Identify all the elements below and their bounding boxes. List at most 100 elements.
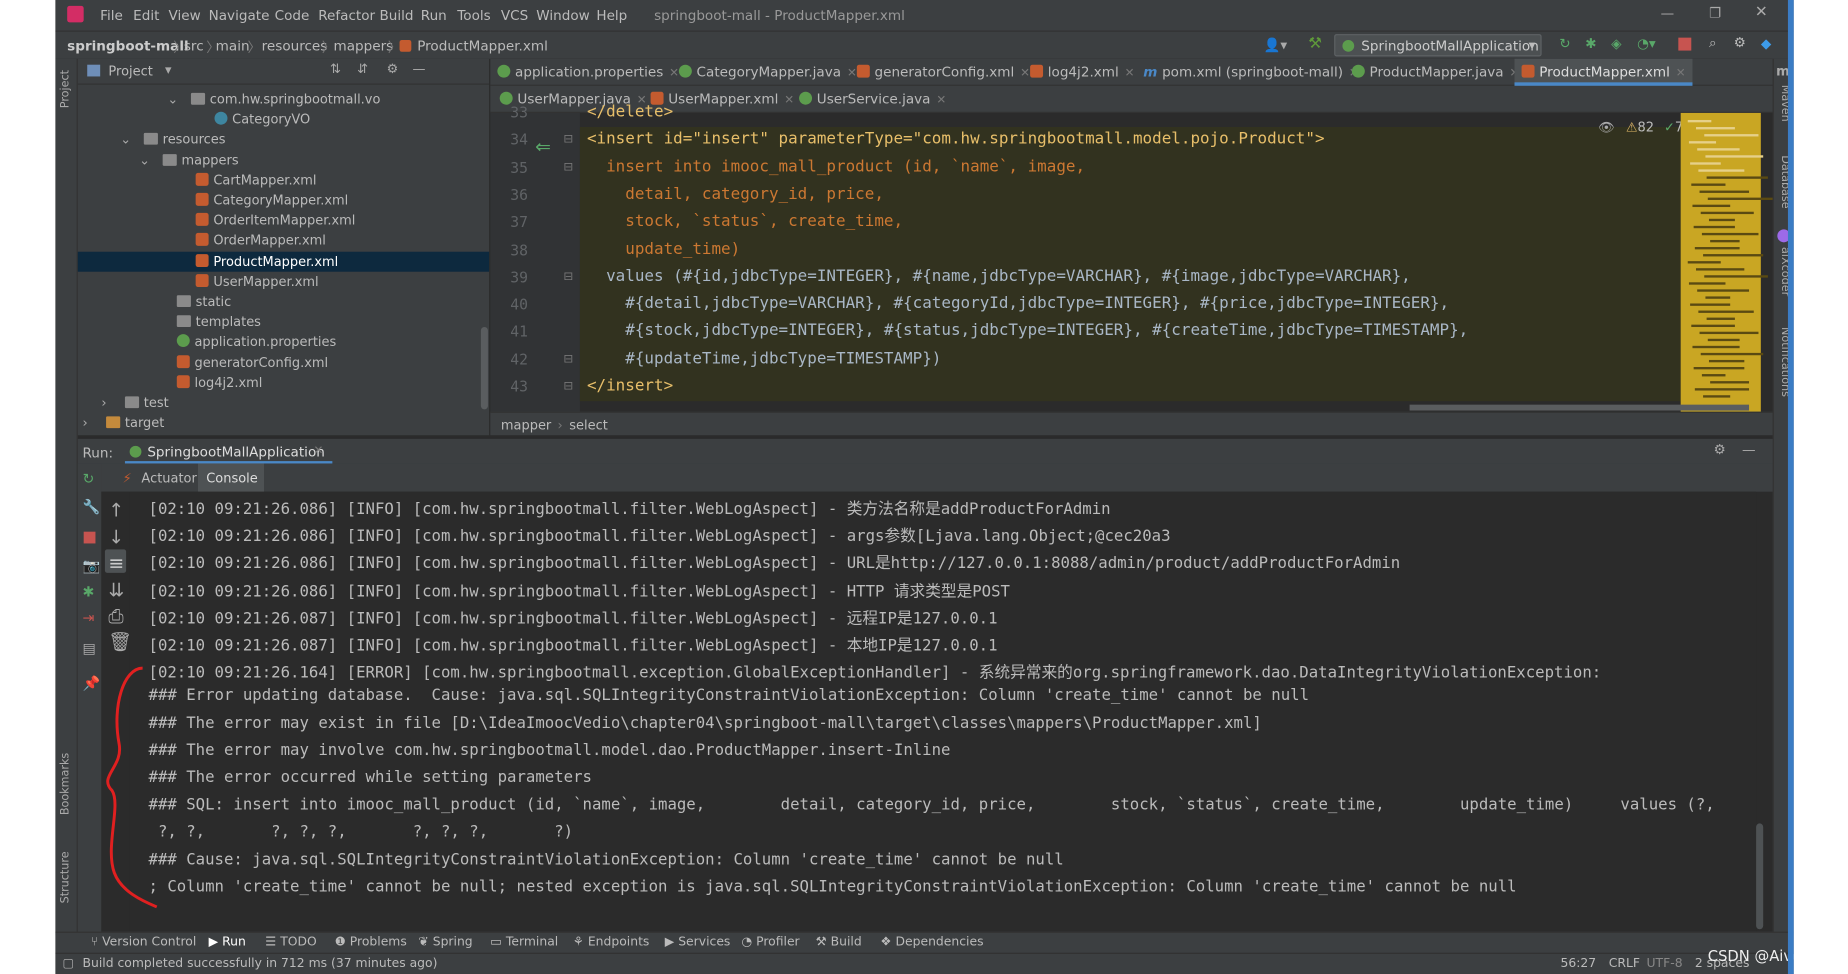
gear-icon[interactable]: ⚙ — [1734, 34, 1746, 50]
coverage-icon[interactable]: ◈ — [1611, 35, 1621, 51]
structure-tool-label[interactable]: Structure — [59, 851, 72, 903]
build-hammer-icon[interactable]: ⚒ — [1308, 35, 1322, 53]
tab-endpoints[interactable]: ⚘ Endpoints — [573, 935, 650, 949]
hide-panel-icon[interactable]: — — [1742, 441, 1756, 457]
tree-item[interactable]: ⌄ resources — [78, 130, 489, 150]
stop-icon[interactable] — [1678, 37, 1692, 51]
tab-categorymapper-java[interactable]: CategoryMapper.java ✕ — [678, 59, 857, 86]
restore-icon[interactable]: ❐ — [1709, 5, 1721, 21]
exit-icon[interactable]: ⇥ — [83, 609, 95, 625]
tab-productmapper-java[interactable]: ProductMapper.java✕ — [1351, 59, 1519, 86]
hide-panel-icon[interactable]: — — [413, 61, 426, 76]
search-icon[interactable]: ⌕ — [1709, 34, 1717, 52]
menu-view[interactable]: View — [169, 7, 201, 23]
debug-icon[interactable]: ✱ — [1585, 35, 1596, 51]
pin-icon[interactable]: 📌 — [83, 675, 101, 691]
crumb-src[interactable]: src — [184, 38, 204, 54]
tab-actuator[interactable]: Actuator — [141, 471, 196, 486]
arrow-down-icon[interactable]: ↓ — [108, 526, 124, 548]
fold-marker-icon[interactable]: ⊟ — [563, 353, 573, 366]
menu-navigate[interactable]: Navigate — [209, 7, 270, 23]
tab-build[interactable]: ⚒ Build — [816, 935, 862, 949]
code-minimap[interactable] — [1680, 112, 1773, 413]
tree-item[interactable]: application.properties — [78, 332, 489, 352]
tab-console[interactable]: Console — [206, 471, 257, 486]
tab-todo[interactable]: ☰ TODO — [265, 935, 317, 949]
chevron-right-icon[interactable]: › — [83, 413, 88, 433]
tree-item[interactable]: generatorConfig.xml — [78, 352, 489, 372]
editor-horizontal-scrollbar[interactable] — [1409, 404, 1750, 411]
chevron-down-icon[interactable]: ▾ — [165, 62, 172, 77]
chevron-down-icon[interactable]: ⌄ — [139, 150, 150, 170]
tree-item[interactable]: ProductMapper.xml — [77, 251, 490, 272]
tree-item[interactable]: OrderMapper.xml — [78, 231, 489, 251]
menu-file[interactable]: File — [100, 7, 123, 23]
console-output[interactable]: [02:10 09:21:26.086] [INFO] [com.hw.spri… — [129, 491, 1757, 936]
fold-marker-icon[interactable]: ⊟ — [563, 380, 573, 393]
status-icon[interactable]: ▢ — [62, 956, 74, 970]
fold-marker-icon[interactable]: ⊟ — [563, 161, 573, 174]
tree-item[interactable]: ⌄ com.hw.springbootmall.vo — [78, 89, 489, 109]
menu-window[interactable]: Window — [536, 7, 589, 23]
tree-item[interactable]: CategoryMapper.xml — [78, 191, 489, 211]
tab-pom-xml[interactable]: mpom.xml (springboot-mall)✕ — [1143, 59, 1359, 86]
caret-position[interactable]: 56:27 — [1560, 956, 1596, 970]
close-icon[interactable]: ✕ — [314, 445, 324, 458]
gear-icon[interactable]: ⚙ — [1714, 441, 1726, 457]
tree-item[interactable]: OrderItemMapper.xml — [78, 211, 489, 231]
menu-refactor[interactable]: Refactor — [318, 7, 375, 23]
tab-version-control[interactable]: ⑂ Version Control — [91, 935, 197, 949]
status-message[interactable]: Build completed successfully in 712 ms (… — [83, 956, 438, 970]
run-config-tab[interactable]: SpringbootMallApplication ✕ — [124, 439, 333, 465]
chevron-down-icon[interactable]: ⌄ — [167, 89, 178, 109]
profile-icon[interactable]: ◔▾ — [1637, 35, 1656, 51]
tab-application-properties[interactable]: application.properties ✕ — [497, 59, 679, 86]
crumb-select[interactable]: select — [569, 418, 608, 433]
layout-icon[interactable]: ▤ — [83, 640, 96, 656]
fold-marker-icon[interactable]: ⊟ — [563, 270, 573, 283]
stop-icon[interactable] — [83, 531, 96, 544]
menu-build[interactable]: Build — [380, 7, 414, 23]
run-config-select[interactable]: SpringbootMallApplication ▾ — [1334, 34, 1542, 57]
menu-code[interactable]: Code — [275, 7, 310, 23]
tree-item[interactable]: › target — [78, 413, 489, 433]
tab-log4j2-xml[interactable]: log4j2.xml ✕ — [1030, 59, 1135, 86]
soft-wrap-icon[interactable]: ≡ — [108, 552, 124, 574]
crumb-project[interactable]: springboot-mall — [67, 38, 188, 54]
project-tool-label[interactable]: Project — [59, 70, 72, 108]
gear-icon[interactable]: ⚙ — [387, 61, 399, 76]
close-icon[interactable]: ✕ — [1755, 4, 1768, 22]
tab-userservice-java[interactable]: UserService.java ✕ — [799, 86, 946, 113]
scroll-to-end-icon[interactable]: ⇊ — [108, 579, 124, 601]
tab-run[interactable]: ▶ Run — [209, 935, 246, 949]
file-encoding[interactable]: UTF-8 — [1647, 956, 1683, 970]
fold-marker-icon[interactable]: ⊟ — [563, 133, 573, 146]
menu-edit[interactable]: Edit — [133, 7, 159, 23]
rerun-icon[interactable]: ↻ — [83, 471, 95, 487]
project-panel-title[interactable]: Project — [108, 64, 152, 79]
print-icon[interactable]: ⎙ — [108, 605, 123, 629]
minimize-icon[interactable]: — — [1661, 5, 1675, 21]
expand-all-icon[interactable]: ⇅ — [330, 61, 341, 76]
console-scrollbar[interactable] — [1756, 823, 1764, 930]
tree-item[interactable]: static — [78, 292, 489, 312]
crumb-main[interactable]: main — [216, 38, 250, 54]
implementation-arrow-icon[interactable]: ⇐ — [535, 135, 551, 157]
tree-item[interactable]: › test — [78, 393, 489, 413]
user-icon[interactable]: 👤▾ — [1263, 36, 1287, 52]
camera-icon[interactable]: 📷 — [83, 558, 101, 574]
tab-productmapper-xml[interactable]: ProductMapper.xml ✕ — [1514, 58, 1693, 86]
tree-item[interactable]: log4j2.xml — [78, 373, 489, 393]
menu-vcs[interactable]: VCS — [501, 7, 528, 23]
arrow-up-icon[interactable]: ↑ — [108, 499, 124, 521]
menu-tools[interactable]: Tools — [457, 7, 490, 23]
tree-item[interactable]: CategoryVO — [78, 110, 489, 130]
chevron-down-icon[interactable]: ⌄ — [120, 130, 131, 150]
crumb-mappers[interactable]: mappers — [334, 38, 394, 54]
tree-item[interactable]: ⌄ mappers — [78, 150, 489, 170]
tab-profiler[interactable]: ◔ Profiler — [741, 935, 799, 949]
crumb-resources[interactable]: resources — [262, 38, 328, 54]
plugin-icon[interactable]: ◆ — [1761, 35, 1771, 51]
tab-terminal[interactable]: ▭ Terminal — [490, 935, 558, 949]
rerun-icon[interactable]: ↻ — [1559, 35, 1570, 51]
